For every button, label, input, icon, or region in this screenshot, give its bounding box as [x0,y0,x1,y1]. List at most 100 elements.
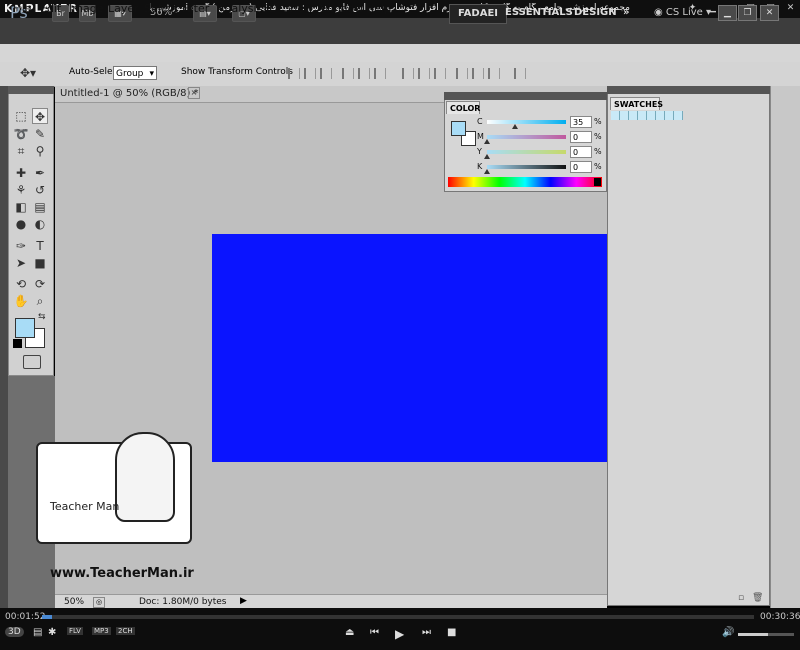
crop-tool-icon[interactable]: ⌗ [13,143,29,159]
menu-view[interactable]: View [287,2,313,15]
cyan-label: C [477,117,483,126]
eyedropper-tool-icon[interactable]: ⚲ [32,143,48,159]
menu-image[interactable]: Image [69,2,103,15]
document-canvas[interactable] [212,234,608,462]
align-vcenter-icon[interactable] [304,68,316,79]
menu-filter[interactable]: Filter [182,2,209,15]
play-icon[interactable]: ▶ [395,627,404,641]
history-brush-tool-icon[interactable]: ↺ [32,182,48,198]
distribute-right-icon[interactable] [488,68,500,79]
dodge-tool-icon[interactable]: ◐ [32,216,48,232]
close-icon[interactable]: ✕ [784,3,797,14]
lasso-tool-icon[interactable]: ➰ [13,126,29,142]
toolbox-header[interactable] [8,86,54,94]
seek-bar[interactable] [42,615,754,619]
yellow-slider[interactable] [487,150,566,154]
gradient-tool-icon[interactable]: ▤ [32,199,48,215]
document-tab[interactable]: Untitled-1 @ 50% (RGB/8) * [60,88,199,99]
distribute-left-icon[interactable] [456,68,468,79]
swatches-grid[interactable] [611,111,683,120]
foreground-color-swatch[interactable] [15,318,35,338]
magenta-value[interactable]: 0 [570,131,592,143]
swatches-panel-header[interactable] [607,86,770,94]
black-value[interactable]: 0 [570,161,592,173]
eraser-tool-icon[interactable]: ◧ [13,199,29,215]
menu-window[interactable]: Window [320,2,363,15]
stop-icon[interactable]: ■ [447,627,456,638]
menu-select[interactable]: Select [144,2,178,15]
color-panel-tab[interactable]: COLOR [446,101,480,114]
menu-analysis[interactable]: Analysis [217,2,262,15]
previous-icon[interactable]: ⏮ [370,627,379,638]
cyan-value[interactable]: 35 [570,116,592,128]
delete-swatch-icon[interactable]: 🗑 [752,593,763,603]
menu-file[interactable]: File [13,2,31,15]
magenta-thumb[interactable] [484,139,490,144]
menu-3d[interactable]: 3D [262,2,277,15]
cyan-slider[interactable] [487,120,566,124]
settings-icon[interactable]: ✱ [48,627,56,638]
swatches-panel-tab[interactable]: SWATCHES [610,97,663,110]
yellow-thumb[interactable] [484,154,490,159]
auto-align-layers-icon[interactable] [514,68,526,79]
volume-icon[interactable]: 🔊 [722,627,734,638]
3d-rotate-tool-icon[interactable]: ⟲ [13,276,29,292]
app-close-button[interactable]: ✕ [760,5,779,21]
black-slider[interactable] [487,165,566,169]
marquee-tool-icon[interactable]: ⬚ [13,108,29,124]
color-ramp[interactable] [448,177,602,187]
magenta-slider[interactable] [487,135,566,139]
color-panel-fg-swatch[interactable] [451,121,466,136]
blur-tool-icon[interactable]: ● [13,216,29,232]
type-tool-icon[interactable]: T [32,238,48,254]
align-right-icon[interactable] [374,68,386,79]
color-panel-header[interactable] [444,92,607,100]
close-tab-button[interactable]: × [188,87,200,99]
3d-orbit-tool-icon[interactable]: ⟳ [32,276,48,292]
path-selection-tool-icon[interactable]: ➤ [13,255,29,271]
app-minimize-button[interactable]: ▁ [718,5,737,21]
black-thumb[interactable] [484,169,490,174]
new-swatch-icon[interactable]: ▫ [738,593,744,603]
status-menu-arrow-icon[interactable]: ▶ [240,596,247,606]
menu-layer[interactable]: Layer [108,2,139,15]
yellow-value[interactable]: 0 [570,146,592,158]
app-restore-button[interactable]: ❐ [738,5,757,21]
healing-brush-tool-icon[interactable]: ✚ [13,165,29,181]
swap-colors-icon[interactable]: ⇆ [38,312,46,322]
status-zoom[interactable]: 50% [64,597,84,607]
clone-stamp-tool-icon[interactable]: ⚘ [13,182,29,198]
zoom-tool-icon[interactable]: ⌕ [32,293,48,309]
status-preview-icon[interactable]: ◎ [93,597,105,608]
distribute-bottom-icon[interactable] [434,68,446,79]
quick-selection-tool-icon[interactable]: ✎ [32,126,48,142]
playlist-icon[interactable]: ▤ [33,627,42,638]
quick-mask-icon[interactable] [23,355,41,369]
shape-tool-icon[interactable]: ■ [32,255,48,271]
cs-live-button[interactable]: ◉ CS Live ▾ [654,7,711,18]
distribute-top-icon[interactable] [402,68,414,79]
align-left-icon[interactable] [342,68,354,79]
eject-icon[interactable]: ⏏ [345,627,354,638]
hand-tool-icon[interactable]: ✋ [13,293,29,309]
3d-badge[interactable]: 3D [5,627,24,637]
align-hcenter-icon[interactable] [358,68,370,79]
more-workspaces-icon[interactable]: » [615,4,637,22]
ramp-black-swatch[interactable] [594,178,601,186]
brush-tool-icon[interactable]: ✒ [32,165,48,181]
menu-help[interactable]: Help [366,2,391,15]
distribute-vcenter-icon[interactable] [418,68,430,79]
distribute-hcenter-icon[interactable] [472,68,484,79]
move-tool-preset-icon[interactable]: ✥▾ [20,66,36,80]
pen-tool-icon[interactable]: ✑ [13,238,29,254]
yellow-label: Y [477,147,482,156]
2ch-badge: 2CH [116,627,135,635]
cyan-thumb[interactable] [511,124,518,129]
align-top-icon[interactable] [288,68,300,79]
move-tool-icon[interactable]: ✥ [32,108,48,124]
align-bottom-icon[interactable] [320,68,332,79]
default-colors-icon[interactable] [13,339,22,348]
auto-select-dropdown[interactable]: Group ▾ [113,66,157,80]
next-icon[interactable]: ⏭ [422,627,431,638]
menu-edit[interactable]: Edit [40,2,61,15]
